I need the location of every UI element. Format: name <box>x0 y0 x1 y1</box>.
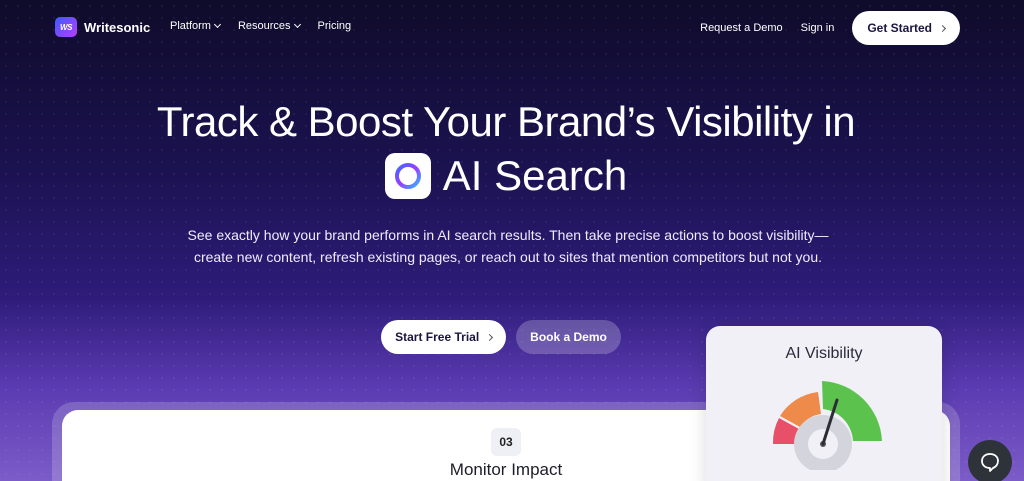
hero-subheading: See exactly how your brand performs in A… <box>187 227 829 265</box>
writesonic-logo-icon: WS <box>55 17 77 37</box>
ai-search-ring-icon <box>384 153 431 199</box>
menu-item-resources[interactable]: Resources <box>237 20 301 32</box>
main-menu: Platform Resources Pricing <box>170 20 351 32</box>
top-navigation: WS Writesonic Platform Resources Pricing… <box>0 0 1024 56</box>
get-started-button[interactable]: Get Started <box>852 11 960 45</box>
chat-widget-button[interactable] <box>968 440 1012 481</box>
sign-in-link[interactable]: Sign in <box>801 22 835 34</box>
nav-actions: Request a Demo Sign in Get Started <box>700 11 960 45</box>
hero-headline-line2: AI Search <box>442 152 628 199</box>
chevron-down-icon <box>293 20 301 29</box>
menu-item-pricing[interactable]: Pricing <box>318 20 352 32</box>
visibility-gauge-icon <box>772 381 882 470</box>
step-title: Monitor Impact <box>449 460 563 479</box>
request-demo-link[interactable]: Request a Demo <box>700 22 783 34</box>
chevron-right-icon <box>938 24 947 32</box>
book-demo-label: Book a Demo <box>530 330 607 344</box>
hero-headline-line2-row: AI Search <box>0 152 1012 200</box>
menu-label-platform: Platform <box>170 20 211 32</box>
chat-bubble-icon <box>981 453 999 472</box>
menu-label-resources: Resources <box>237 20 291 32</box>
menu-label-pricing: Pricing <box>317 20 352 32</box>
chevron-right-icon <box>486 333 494 341</box>
hero-headline-line1: Track & Boost Your Brand’s Visibility in <box>156 98 856 145</box>
menu-item-platform[interactable]: Platform <box>170 20 222 32</box>
step-number-badge: 03 <box>491 428 521 456</box>
start-free-trial-button[interactable]: Start Free Trial <box>381 320 507 354</box>
get-started-label: Get Started <box>867 21 932 35</box>
ai-visibility-title: AI Visibility <box>785 345 863 362</box>
brand-logo[interactable]: WS Writesonic <box>55 17 150 37</box>
brand-name: Writesonic <box>84 19 151 35</box>
chevron-down-icon <box>213 20 222 29</box>
start-free-trial-label: Start Free Trial <box>395 330 480 344</box>
book-demo-button[interactable]: Book a Demo <box>516 320 621 354</box>
